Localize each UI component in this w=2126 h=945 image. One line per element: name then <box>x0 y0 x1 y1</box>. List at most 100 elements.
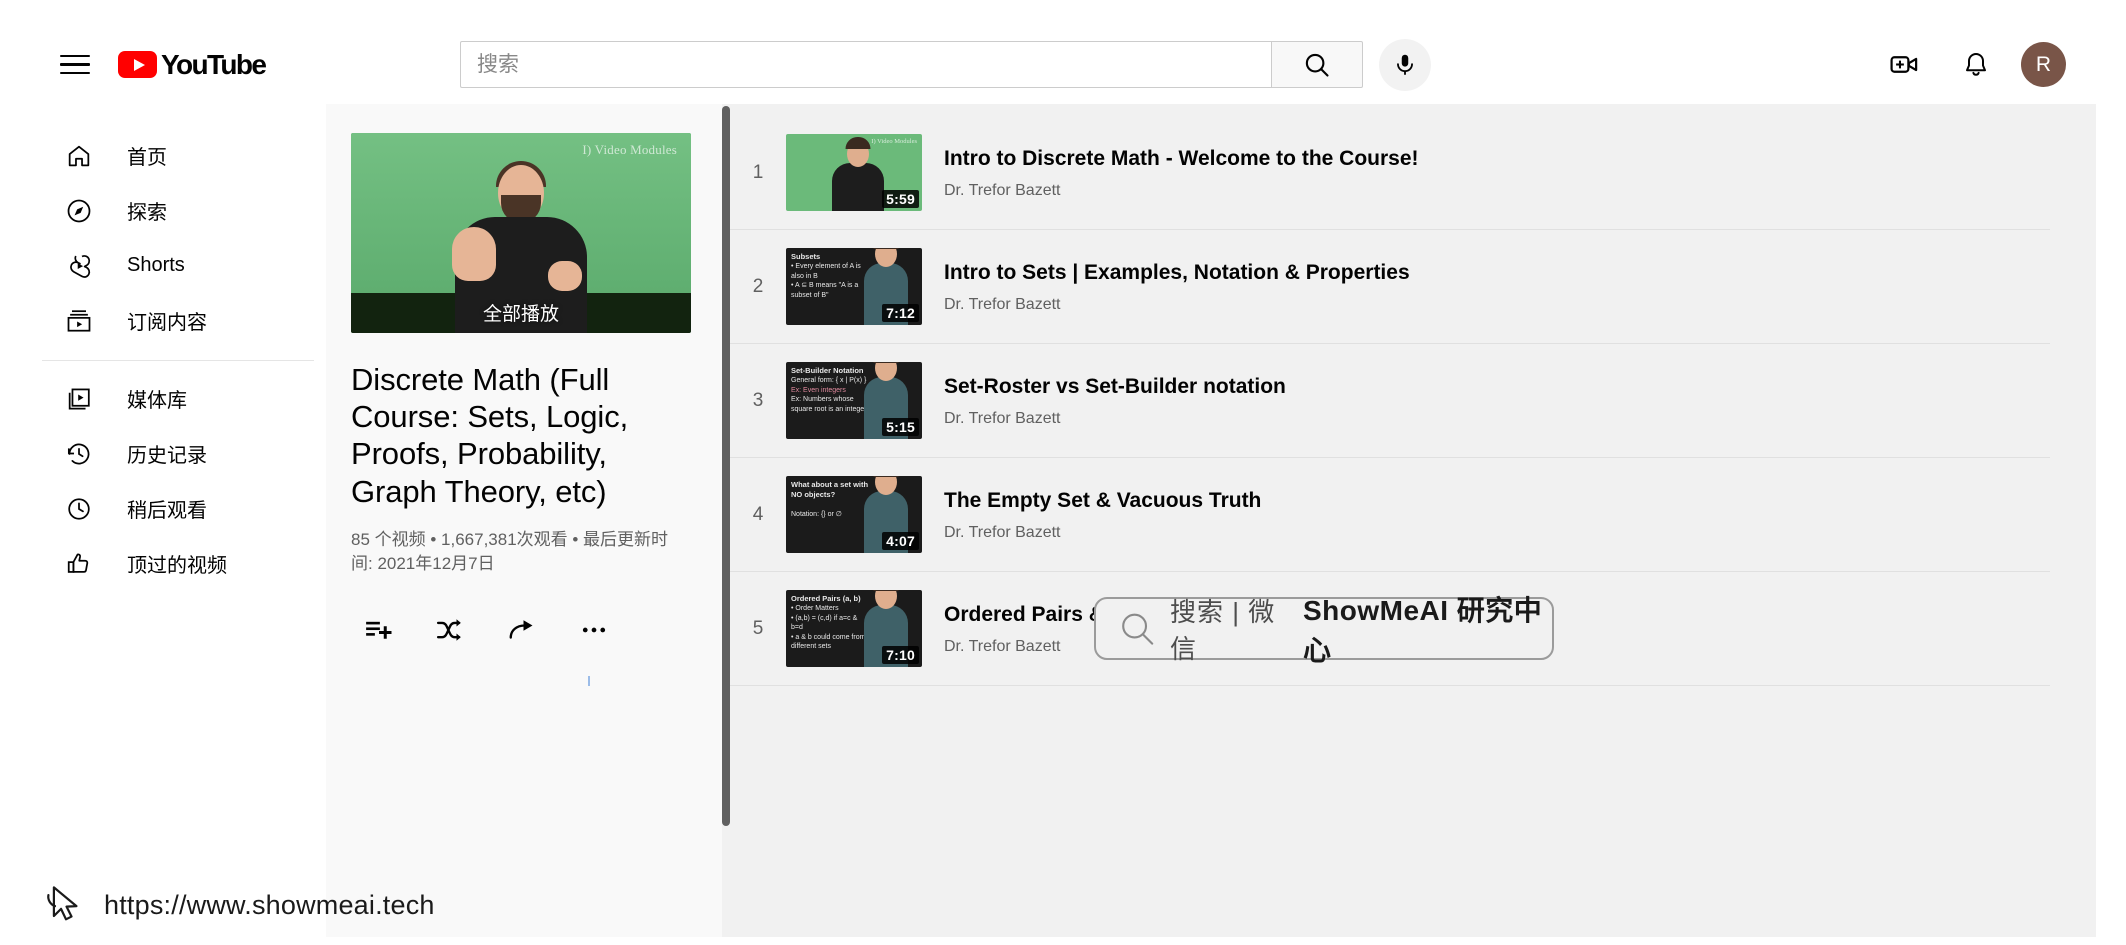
sidebar-item-label: 媒体库 <box>127 384 187 413</box>
watermark-brand: ShowMeAI 研究中心 <box>1303 589 1552 669</box>
thumbnail-person <box>832 163 884 211</box>
youtube-logo[interactable]: YouTube <box>118 49 265 81</box>
video-thumbnail[interactable]: Set-Builder Notation General form: { x |… <box>786 362 922 439</box>
thumbs-up-icon <box>64 549 94 579</box>
sidebar-item-label: Shorts <box>127 254 185 277</box>
share-button[interactable] <box>502 610 542 650</box>
sidebar-item-shorts[interactable]: Shorts <box>30 238 326 293</box>
playlist-thumbnail[interactable]: I) Video Modules 全部播放 <box>351 133 691 333</box>
video-info: Set-Roster vs Set-Builder notation Dr. T… <box>944 373 2004 428</box>
table-row[interactable]: 3 Set-Builder Notation General form: { x… <box>730 344 2050 458</box>
search-area <box>460 39 1431 91</box>
video-index: 1 <box>730 162 786 184</box>
video-info: Intro to Sets | Examples, Notation & Pro… <box>944 259 2004 314</box>
sidebar-item-liked-videos[interactable]: 顶过的视频 <box>30 536 326 591</box>
create-video-icon <box>1889 49 1920 80</box>
shuffle-button[interactable] <box>430 610 470 650</box>
more-options-button[interactable] <box>574 610 614 650</box>
video-title[interactable]: Intro to Discrete Math - Welcome to the … <box>944 145 2004 172</box>
sidebar-item-label: 历史记录 <box>127 439 207 468</box>
video-info: Intro to Discrete Math - Welcome to the … <box>944 145 2004 200</box>
sidebar-item-library[interactable]: 媒体库 <box>30 371 326 426</box>
magnifier-icon <box>1118 608 1157 650</box>
sidebar-primary-section: 首页 探索 <box>30 118 326 360</box>
avatar[interactable]: R <box>2021 42 2066 87</box>
playlist-action-bar <box>351 610 697 650</box>
playlist-video-list: 1 I) Video Modules 5:59 Intro to Discret… <box>730 104 2096 937</box>
video-channel[interactable]: Dr. Trefor Bazett <box>944 410 2004 428</box>
youtube-wordmark: YouTube <box>161 49 265 81</box>
notifications-button[interactable] <box>1949 38 2003 92</box>
video-title[interactable]: The Empty Set & Vacuous Truth <box>944 487 2004 514</box>
clock-icon <box>64 494 94 524</box>
shorts-icon <box>64 251 94 281</box>
hamburger-icon <box>60 48 90 81</box>
search-input[interactable] <box>477 53 1271 77</box>
shuffle-icon <box>435 615 465 645</box>
video-duration: 4:07 <box>882 532 919 550</box>
thumbnail-caption: I) Video Modules <box>871 138 917 145</box>
video-thumbnail[interactable]: What about a set with NO objects? Notati… <box>786 476 922 553</box>
search-box[interactable] <box>460 41 1271 88</box>
video-thumbnail[interactable]: Ordered Pairs (a, b) • Order Matters • (… <box>786 590 922 667</box>
table-row[interactable]: 1 I) Video Modules 5:59 Intro to Discret… <box>730 116 2050 230</box>
masthead-right: R <box>1877 38 2096 92</box>
compass-icon <box>64 196 94 226</box>
footer-url-text: https://www.showmeai.tech <box>104 890 435 921</box>
playlist-header-panel: I) Video Modules 全部播放 Discrete Math (Ful… <box>326 104 722 937</box>
video-index: 5 <box>730 618 786 640</box>
masthead: YouTube <box>30 25 2096 104</box>
video-duration: 5:59 <box>882 190 919 208</box>
mouse-cursor-icon <box>44 883 88 927</box>
video-duration: 5:15 <box>882 418 919 436</box>
thumbnail-caption: Ordered Pairs (a, b) • Order Matters • (… <box>791 594 869 652</box>
video-channel[interactable]: Dr. Trefor Bazett <box>944 524 2004 542</box>
sidebar-item-history[interactable]: 历史记录 <box>30 426 326 481</box>
table-row[interactable]: 2 Subsets • Every element of A is also i… <box>730 230 2050 344</box>
search-button[interactable] <box>1271 41 1363 88</box>
create-button[interactable] <box>1877 38 1931 92</box>
footer-url-bar: https://www.showmeai.tech <box>44 883 435 927</box>
watermark-badge: 搜索 | 微信 ShowMeAI 研究中心 <box>1094 597 1554 660</box>
youtube-play-icon <box>118 51 157 78</box>
browser-window: YouTube <box>30 25 2096 937</box>
thumbnail-module-label: I) Video Modules <box>582 142 677 158</box>
content-area: I) Video Modules 全部播放 Discrete Math (Ful… <box>326 104 2096 937</box>
history-icon <box>64 439 94 469</box>
video-title[interactable]: Intro to Sets | Examples, Notation & Pro… <box>944 259 2004 286</box>
video-channel[interactable]: Dr. Trefor Bazett <box>944 296 2004 314</box>
playlist-metadata: 85 个视频 • 1,667,381次观看 • 最后更新时间: 2021年12月… <box>351 528 669 577</box>
subscriptions-icon <box>64 306 94 336</box>
video-thumbnail[interactable]: Subsets • Every element of A is also in … <box>786 248 922 325</box>
video-index: 2 <box>730 276 786 298</box>
table-row[interactable]: 4 What about a set with NO objects? Nota… <box>730 458 2050 572</box>
video-channel[interactable]: Dr. Trefor Bazett <box>944 182 2004 200</box>
sidebar-item-watch-later[interactable]: 稍后观看 <box>30 481 326 536</box>
sidebar: 首页 探索 <box>30 104 326 937</box>
play-all-overlay[interactable]: 全部播放 <box>351 291 691 333</box>
video-duration: 7:12 <box>882 304 919 322</box>
guide-toggle-button[interactable] <box>48 38 102 92</box>
voice-search-button[interactable] <box>1379 39 1431 91</box>
sidebar-item-label: 探索 <box>127 196 167 225</box>
playlist-title: Discrete Math (Full Course: Sets, Logic,… <box>351 361 697 510</box>
sidebar-item-home[interactable]: 首页 <box>30 128 326 183</box>
sidebar-item-label: 稍后观看 <box>127 494 207 523</box>
thumbnail-caption: Subsets • Every element of A is also in … <box>791 252 869 300</box>
add-to-queue-button[interactable] <box>358 610 398 650</box>
playlist-scrollbar[interactable] <box>722 104 730 937</box>
youtube-playlist-screenshot: YouTube <box>0 0 2126 945</box>
sidebar-item-subscriptions[interactable]: 订阅内容 <box>30 293 326 348</box>
video-thumbnail[interactable]: I) Video Modules 5:59 <box>786 134 922 211</box>
thumbnail-caption: Set-Builder Notation General form: { x |… <box>791 366 869 414</box>
video-duration: 7:10 <box>882 646 919 664</box>
decorative-dot <box>588 676 590 686</box>
scrollbar-thumb[interactable] <box>722 106 730 826</box>
sidebar-item-label: 订阅内容 <box>127 306 207 335</box>
sidebar-item-label: 首页 <box>127 141 167 170</box>
microphone-icon <box>1392 52 1418 78</box>
sidebar-item-explore[interactable]: 探索 <box>30 183 326 238</box>
video-title[interactable]: Set-Roster vs Set-Builder notation <box>944 373 2004 400</box>
video-index: 4 <box>730 504 786 526</box>
masthead-left: YouTube <box>30 38 420 92</box>
